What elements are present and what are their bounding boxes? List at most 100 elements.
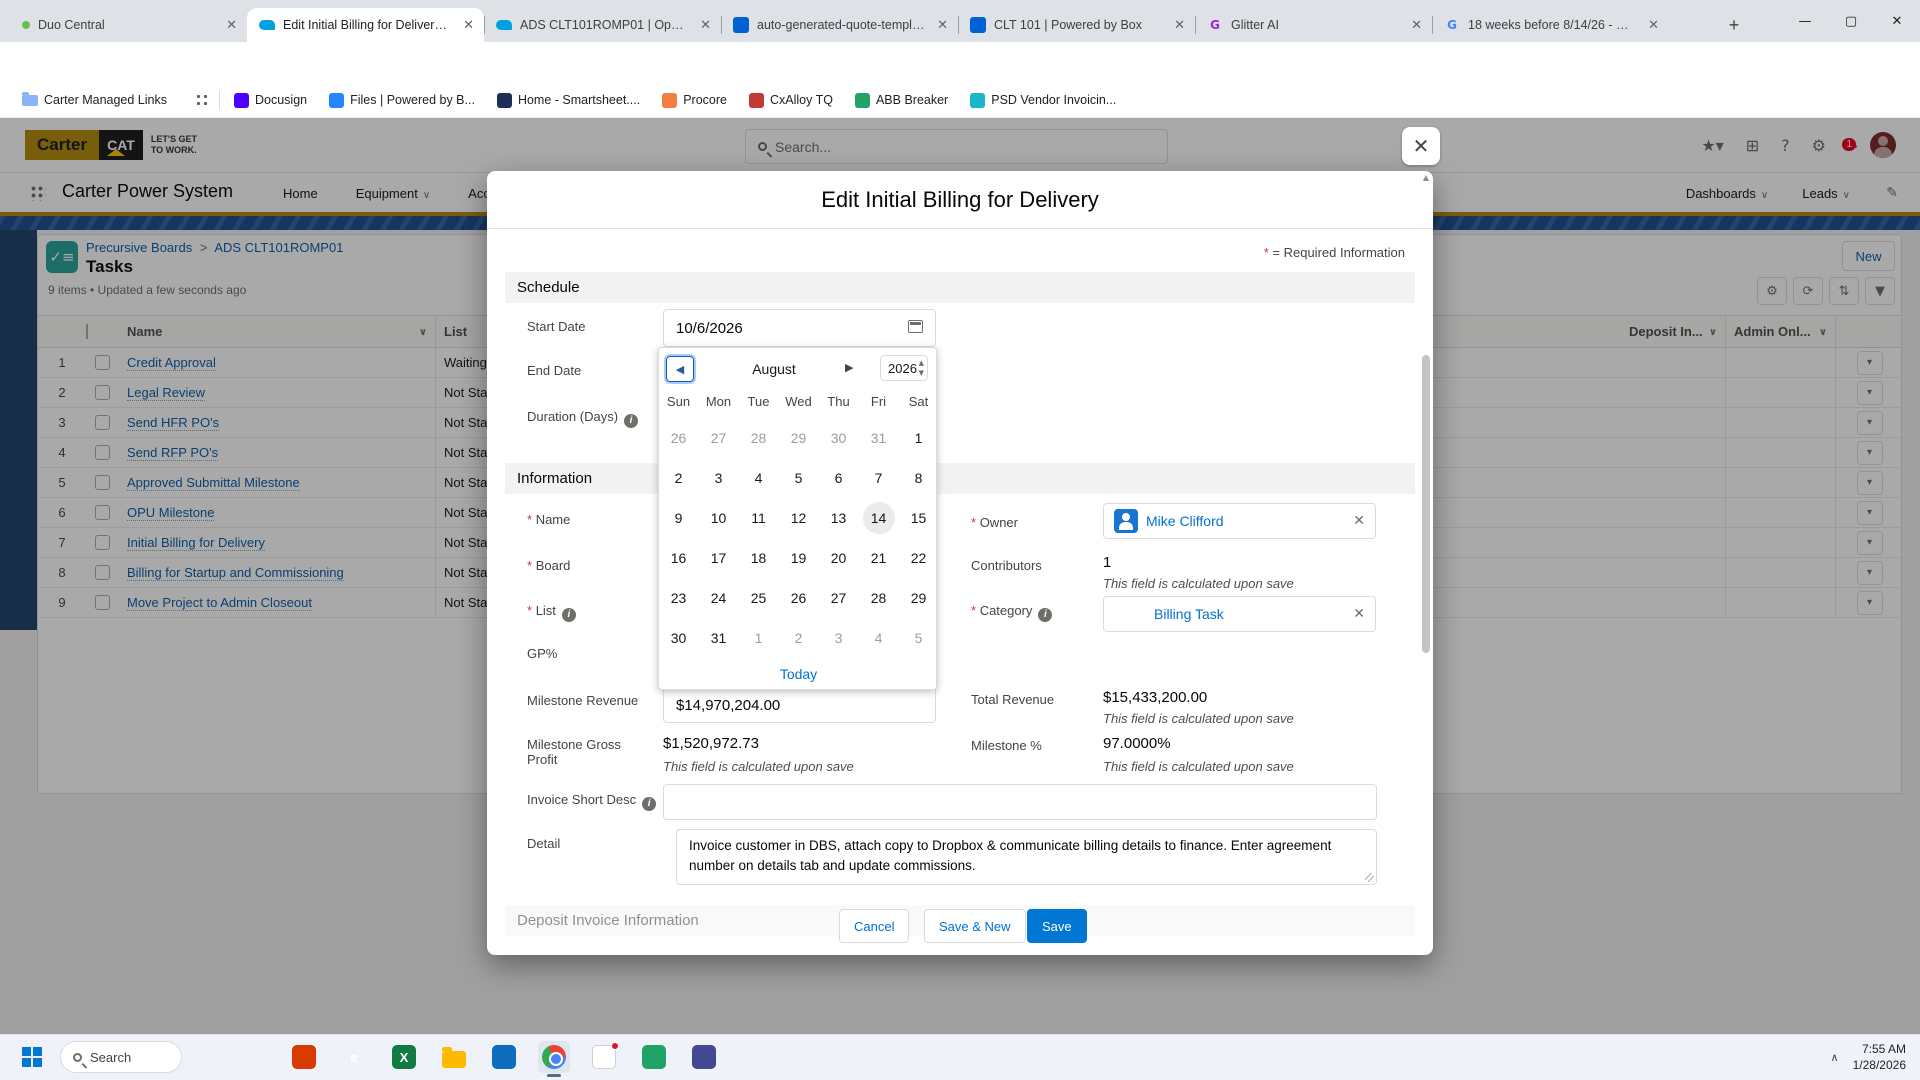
browser-tab[interactable]: ADS CLT101ROMP01 | Opportu...✕ [484,8,721,42]
browser-tab[interactable]: Duo Central✕ [10,8,247,42]
scrollbar-thumb[interactable] [1422,355,1430,653]
detail-textarea[interactable]: Invoice customer in DBS, attach copy to … [676,829,1377,885]
taskbar-app-app-green[interactable] [638,1041,670,1073]
calendar-day[interactable]: 20 [819,538,859,578]
bookmark-item[interactable]: Procore [662,93,727,108]
calendar-day[interactable]: 9 [659,498,699,538]
calendar-day[interactable]: 1 [739,618,779,658]
browser-tab[interactable]: GGlitter AI✕ [1195,8,1432,42]
calendar-day[interactable]: 27 [819,578,859,618]
start-date-input[interactable]: 10/6/2026 [663,309,936,347]
calendar-day[interactable]: 19 [779,538,819,578]
close-window-button[interactable]: ✕ [1874,0,1920,42]
milestone-revenue-input[interactable]: $14,970,204.00 [663,687,936,723]
calendar-day[interactable]: 31 [859,418,899,458]
bookmark-item[interactable]: PSD Vendor Invoicin... [970,93,1116,108]
calendar-day[interactable]: 13 [819,498,859,538]
calendar-day[interactable]: 24 [699,578,739,618]
calendar-day[interactable]: 3 [819,618,859,658]
today-link[interactable]: Today [659,666,938,682]
tab-close-icon[interactable]: ✕ [935,17,950,33]
calendar-day[interactable]: 29 [899,578,939,618]
year-stepper[interactable]: 2026 ▲▼ [880,355,928,381]
calendar-day[interactable]: 12 [779,498,819,538]
tab-close-icon[interactable]: ✕ [1409,17,1424,33]
browser-tab[interactable]: auto-generated-quote-templat...✕ [721,8,958,42]
calendar-day[interactable]: 2 [779,618,819,658]
calendar-day[interactable]: 17 [699,538,739,578]
calendar-day[interactable]: 23 [659,578,699,618]
category-info-icon[interactable]: i [1038,608,1052,622]
bookmark-item[interactable]: Files | Powered by B... [329,93,475,108]
calendar-day[interactable]: 3 [699,458,739,498]
taskbar-search[interactable]: Search [60,1041,182,1073]
calendar-day[interactable]: 4 [739,458,779,498]
cancel-button[interactable]: Cancel [839,909,909,943]
tray-overflow-chevron-icon[interactable]: ∧ [1831,1051,1839,1064]
browser-tab[interactable]: CLT 101 | Powered by Box✕ [958,8,1195,42]
maximize-button[interactable]: ▢ [1828,0,1874,42]
calendar-icon[interactable] [908,320,923,333]
bookmarks-folder-label[interactable]: Carter Managed Links [44,93,167,107]
minimize-button[interactable]: — [1782,0,1828,42]
calendar-day[interactable]: 29 [779,418,819,458]
calendar-day[interactable]: 16 [659,538,699,578]
owner-remove-icon[interactable]: ✕ [1353,513,1365,529]
duration-info-icon[interactable]: i [624,414,638,428]
taskbar-app-chrome[interactable] [538,1041,570,1073]
calendar-day[interactable]: 1 [899,418,939,458]
tab-close-icon[interactable]: ✕ [224,17,239,33]
browser-tab[interactable]: Edit Initial Billing for Delivery | S✕ [247,8,484,42]
taskbar-app-app-white[interactable] [588,1041,620,1073]
category-pill[interactable]: Billing Task ✕ [1103,596,1376,632]
new-tab-button[interactable]: + [1722,13,1746,37]
tab-close-icon[interactable]: ✕ [698,17,713,33]
calendar-day[interactable]: 2 [659,458,699,498]
save-button[interactable]: Save [1027,909,1087,943]
calendar-day[interactable]: 21 [859,538,899,578]
bookmark-item[interactable]: Docusign [234,93,307,108]
next-month-icon[interactable]: ▶ [845,361,853,374]
taskbar-app-app-red[interactable] [288,1041,320,1073]
calendar-day[interactable]: 5 [779,458,819,498]
previous-month-icon[interactable]: ◀ [666,356,694,382]
modal-close-icon[interactable]: ✕ [1402,127,1440,165]
calendar-day[interactable]: 10 [699,498,739,538]
calendar-day[interactable]: 11 [739,498,779,538]
calendar-day[interactable]: 8 [899,458,939,498]
bookmark-item[interactable]: CxAlloy TQ [749,93,833,108]
calendar-day[interactable]: 22 [899,538,939,578]
invoice-desc-info-icon[interactable]: i [642,797,656,811]
resize-grip[interactable] [1365,873,1374,882]
taskbar-app-excel[interactable]: X [388,1041,420,1073]
calendar-day[interactable]: 5 [899,618,939,658]
calendar-day[interactable]: 27 [699,418,739,458]
calendar-day[interactable]: 26 [779,578,819,618]
calendar-day[interactable]: 6 [819,458,859,498]
invoice-short-desc-input[interactable] [663,784,1377,820]
taskbar-app-file-explorer[interactable] [438,1041,470,1073]
calendar-day[interactable]: 4 [859,618,899,658]
tab-close-icon[interactable]: ✕ [1646,17,1661,33]
start-button[interactable] [22,1047,42,1067]
calendar-day[interactable]: 30 [819,418,859,458]
modal-scrollbar[interactable]: ▲ [1421,173,1431,953]
tray-clock[interactable]: 7:55 AM 1/28/2026 [1853,1041,1906,1073]
year-stepper-arrows[interactable]: ▲▼ [919,358,924,378]
apps-grid-icon[interactable] [195,93,209,107]
calendar-day[interactable]: 14 [859,498,899,538]
tab-close-icon[interactable]: ✕ [1172,17,1187,33]
calendar-day[interactable]: 25 [739,578,779,618]
calendar-day[interactable]: 26 [659,418,699,458]
calendar-day[interactable]: 28 [859,578,899,618]
calendar-day[interactable]: 7 [859,458,899,498]
tab-close-icon[interactable]: ✕ [461,17,476,33]
taskbar-app-app-dark[interactable] [688,1041,720,1073]
bookmark-item[interactable]: ABB Breaker [855,93,948,108]
calendar-day[interactable]: 28 [739,418,779,458]
list-info-icon[interactable]: i [562,608,576,622]
calendar-day[interactable]: 31 [699,618,739,658]
calendar-day[interactable]: 18 [739,538,779,578]
owner-pill[interactable]: Mike Clifford ✕ [1103,503,1376,539]
bookmark-item[interactable]: Home - Smartsheet.... [497,93,640,108]
